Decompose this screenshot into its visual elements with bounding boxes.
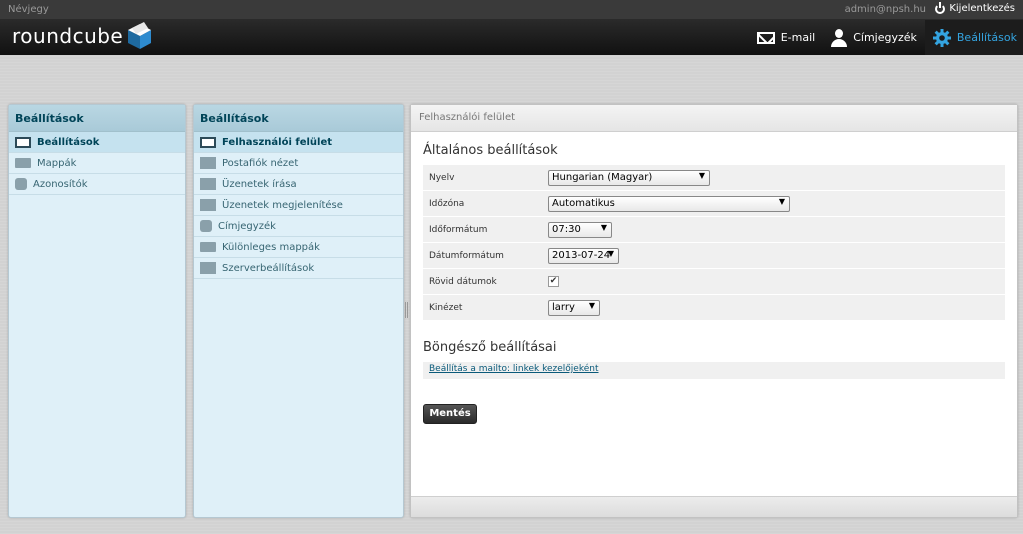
compose-icon (200, 178, 216, 190)
section-item-label: Azonosítók (33, 178, 88, 190)
addressbook-icon (200, 220, 212, 232)
pref-item-mailbox-view[interactable]: Postafiók nézet (194, 153, 403, 174)
settings-row-timezone: Időzóna Automatikus ▼ (423, 191, 1005, 217)
select-value: 07:30 (552, 223, 581, 235)
pref-item-label: Szerverbeállítások (222, 262, 315, 274)
sections-panel-title: Beállítások (9, 105, 185, 132)
pref-item-special-folders[interactable]: Különleges mappák (194, 237, 403, 258)
pref-item-label: Felhasználói felület (222, 136, 333, 148)
pref-item-display[interactable]: Üzenetek megjelenítése (194, 195, 403, 216)
gear-icon (932, 28, 951, 47)
logo-text: roundcube (12, 24, 124, 48)
nav-email[interactable]: E-mail (749, 20, 824, 55)
power-icon (935, 1, 946, 14)
date-format-select[interactable]: 2013-07-24 ▼ (548, 247, 619, 264)
general-settings-title: Általános beállítások (423, 143, 558, 158)
preferences-panel-title: Beállítások (194, 105, 403, 132)
settings-row-time-format: Időformátum 07:30 ▼ (423, 217, 1005, 243)
timezone-select[interactable]: Automatikus ▼ (548, 195, 790, 212)
section-item-settings[interactable]: Beállítások (9, 132, 185, 153)
row-label: Dátumformátum (429, 250, 504, 261)
pref-item-compose[interactable]: Üzenetek írása (194, 174, 403, 195)
nav-addressbook-label: Címjegyzék (853, 31, 917, 44)
settings-row-short-dates: Rövid dátumok ✔ (423, 269, 1005, 295)
pref-item-label: Postafiók nézet (222, 157, 299, 169)
select-value: larry (552, 301, 575, 313)
logo[interactable]: roundcube (12, 22, 152, 50)
chevron-down-icon: ▼ (600, 222, 607, 232)
top-bar: Névjegy admin@npsh.hu Kijelentkezés (0, 0, 1023, 20)
row-label: Időzóna (429, 198, 465, 209)
time-format-select[interactable]: 07:30 ▼ (548, 221, 612, 238)
server-icon (200, 262, 216, 274)
pref-item-user-interface[interactable]: Felhasználói felület (194, 132, 403, 153)
settings-sections-panel: Beállítások Beállítások Mappák Azonosító… (8, 104, 186, 518)
message-icon (200, 199, 216, 211)
row-label: Rövid dátumok (429, 276, 497, 287)
cube-logo-icon (128, 22, 152, 49)
section-item-label: Beállítások (37, 136, 100, 148)
short-dates-checkbox[interactable]: ✔ (548, 276, 559, 287)
section-item-identities[interactable]: Azonosítók (9, 174, 185, 195)
pref-item-addressbook[interactable]: Címjegyzék (194, 216, 403, 237)
nav-settings[interactable]: Beállítások (924, 20, 1023, 55)
logout-button[interactable]: Kijelentkezés (935, 1, 1015, 14)
pref-item-label: Üzenetek megjelenítése (222, 199, 343, 211)
preferences-panel: Beállítások Felhasználói felület Postafi… (193, 104, 404, 518)
pref-item-server[interactable]: Szerverbeállítások (194, 258, 403, 279)
person-icon (831, 28, 848, 47)
general-settings-table: Nyelv Hungarian (Magyar) ▼ Időzóna Autom… (423, 165, 1005, 321)
select-value: Automatikus (552, 197, 615, 209)
header: roundcube E-mail Címjegyzék Beállítások (0, 20, 1023, 55)
pref-item-label: Címjegyzék (218, 220, 276, 232)
folder-icon (200, 242, 216, 252)
about-link[interactable]: Névjegy (8, 4, 49, 15)
mailview-icon (200, 157, 216, 169)
chevron-down-icon: ▼ (778, 196, 785, 206)
row-label: Időformátum (429, 224, 488, 235)
chevron-down-icon: ▼ (698, 170, 705, 180)
language-select[interactable]: Hungarian (Magyar) ▼ (548, 169, 710, 186)
select-value: 2013-07-24 (552, 249, 611, 261)
settings-row-skin: Kinézet larry ▼ (423, 295, 1005, 321)
person-icon (15, 178, 27, 190)
pref-item-label: Különleges mappák (222, 241, 320, 253)
chevron-down-icon: ▼ (607, 248, 614, 258)
row-label: Nyelv (429, 172, 455, 183)
mailto-row: Beállítás a mailto: linkek kezelőjeként (423, 362, 1005, 379)
mailto-handler-link[interactable]: Beállítás a mailto: linkek kezelőjeként (429, 364, 599, 374)
save-button[interactable]: Mentés (423, 404, 477, 424)
chevron-down-icon: ▼ (588, 300, 595, 310)
main-nav: E-mail Címjegyzék Beállítások (749, 20, 1023, 55)
preferences-frame: Felhasználói felület Általános beállítás… (410, 104, 1018, 518)
select-value: Hungarian (Magyar) (552, 171, 653, 183)
username: admin@npsh.hu (844, 4, 926, 15)
mail-icon (756, 31, 775, 44)
monitor-icon (15, 136, 31, 148)
settings-row-date-format: Dátumformátum 2013-07-24 ▼ (423, 243, 1005, 269)
logout-label: Kijelentkezés (949, 3, 1015, 14)
browser-settings-title: Böngésző beállításai (423, 340, 557, 355)
row-label: Kinézet (429, 302, 463, 313)
frame-title: Felhasználói felület (411, 105, 1017, 132)
panel-splitter[interactable] (405, 302, 408, 318)
section-item-label: Mappák (37, 157, 77, 169)
settings-row-language: Nyelv Hungarian (Magyar) ▼ (423, 165, 1005, 191)
frame-footer (411, 496, 1017, 517)
nav-addressbook[interactable]: Címjegyzék (823, 20, 925, 55)
skin-select[interactable]: larry ▼ (548, 299, 600, 316)
nav-email-label: E-mail (780, 31, 816, 44)
section-item-folders[interactable]: Mappák (9, 153, 185, 174)
nav-settings-label: Beállítások (956, 31, 1017, 44)
folder-icon (15, 158, 31, 168)
monitor-icon (200, 136, 216, 148)
pref-item-label: Üzenetek írása (222, 178, 297, 190)
